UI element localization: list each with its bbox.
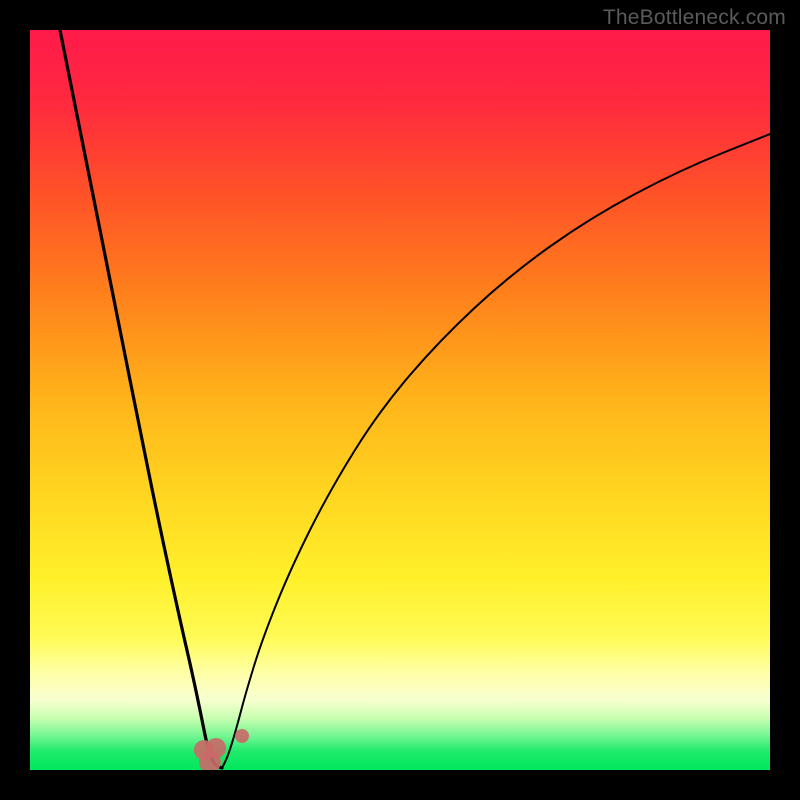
plot-area: [30, 30, 770, 770]
valley-blob: [206, 738, 226, 758]
valley-dot: [235, 729, 249, 743]
watermark-text: TheBottleneck.com: [603, 6, 786, 30]
bottleneck-curve-chart: [30, 30, 770, 770]
gradient-background: [30, 30, 770, 770]
chart-frame: TheBottleneck.com: [0, 0, 800, 800]
